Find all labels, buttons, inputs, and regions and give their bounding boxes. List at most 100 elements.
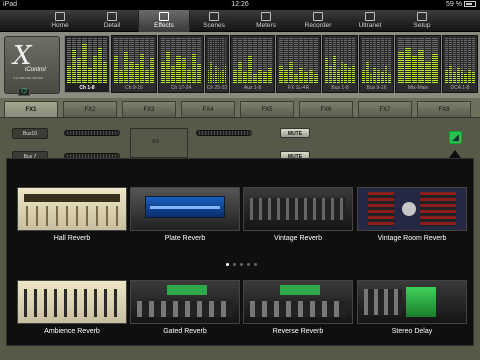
thumbnail-detail [364, 289, 402, 315]
thumbnail-detail [24, 289, 120, 317]
level-meter [398, 38, 404, 83]
effect-thumbnail [357, 280, 467, 324]
level-meter [348, 38, 352, 83]
bus-select-1[interactable]: Bus10 [12, 128, 48, 139]
level-fill [134, 62, 139, 83]
level-fill [380, 71, 384, 83]
meter-bars [233, 38, 272, 83]
level-meter [224, 38, 226, 83]
level-fill [284, 69, 288, 83]
level-fill [186, 69, 191, 83]
effect-item[interactable]: Gated Reverb [130, 280, 240, 342]
level-meter [332, 38, 336, 83]
link-icon[interactable]: ∞ [152, 136, 159, 147]
effect-item[interactable]: Stereo Delay [357, 280, 467, 342]
effect-item[interactable]: Ambience Reverb [17, 280, 127, 342]
effect-thumbnail [357, 187, 467, 231]
level-fill [253, 74, 257, 83]
level-fill [304, 71, 308, 83]
thumbnail-detail [145, 196, 225, 218]
level-meter [294, 38, 298, 83]
level-fill [215, 65, 217, 83]
level-meter [314, 38, 318, 83]
level-fill [82, 42, 87, 83]
tab-fx5[interactable]: FX5 [240, 101, 294, 117]
network-status-icon[interactable]: ⌬ [18, 88, 30, 96]
level-meter [325, 38, 328, 83]
level-fill [181, 58, 186, 83]
level-meter [102, 38, 107, 83]
tab-recorder[interactable]: Recorder [292, 10, 344, 32]
effect-item[interactable]: Hall Reverb [17, 187, 127, 249]
tab-fx4[interactable]: FX4 [181, 101, 235, 117]
level-fill [460, 69, 464, 83]
effect-select-button[interactable]: ◢ [449, 131, 462, 144]
detail-icon [107, 12, 117, 21]
level-meter [196, 38, 201, 83]
level-meter [217, 38, 219, 83]
tab-home[interactable]: Home [34, 10, 86, 32]
page-dot[interactable] [253, 263, 257, 266]
level-fill [191, 53, 196, 83]
effect-item[interactable]: Vintage Reverb [243, 187, 353, 249]
level-meter [166, 38, 171, 83]
meter-group-0[interactable]: Ch 1-8 [64, 35, 110, 93]
logo-subtitle: X32 BRAND MIXER [13, 76, 44, 80]
tab-fx7[interactable]: FX7 [358, 101, 412, 117]
page-dot[interactable] [225, 263, 229, 266]
level-fill [377, 69, 380, 83]
level-meter [445, 38, 448, 83]
tab-meters[interactable]: Meters [240, 10, 292, 32]
effect-item[interactable]: Vintage Room Reverb [357, 187, 467, 249]
tab-ultranet[interactable]: Ultranet [344, 10, 396, 32]
level-meter [144, 38, 149, 83]
tab-scenes[interactable]: Scenes [188, 10, 240, 32]
level-meter [212, 38, 215, 83]
thumbnail-detail [402, 202, 416, 216]
meter-group-8[interactable]: Mtx-Main [395, 35, 441, 93]
meter-group-label: Mtx-Main [407, 85, 429, 91]
tab-fx1[interactable]: FX1 [4, 101, 58, 117]
send-fader-1[interactable] [64, 130, 120, 136]
effect-item[interactable]: Reverse Reverb [243, 280, 353, 342]
meter-group-9[interactable]: DCA 1-8 [442, 35, 478, 93]
page-dot[interactable] [239, 263, 243, 266]
meter-bars [362, 38, 391, 83]
tab-fx3[interactable]: FX3 [122, 101, 176, 117]
thumbnail-detail [167, 285, 207, 295]
tab-fx2[interactable]: FX2 [63, 101, 117, 117]
meter-group-4[interactable]: Aux 1-8 [230, 35, 275, 93]
meter-group-5[interactable]: FX 1L-4R [276, 35, 321, 93]
tab-effects[interactable]: Effects [138, 10, 190, 32]
meter-group-1[interactable]: Ch 9-16 [111, 35, 157, 93]
meter-group-2[interactable]: Ch 17-24 [158, 35, 204, 93]
level-meter [309, 38, 313, 83]
level-fill [248, 56, 252, 83]
level-fill [294, 74, 298, 83]
level-meter [72, 38, 77, 83]
thumbnail-detail [280, 285, 320, 295]
effect-item[interactable]: Plate Reverb [130, 187, 240, 249]
meter-group-7[interactable]: Bus 9-16 [359, 35, 394, 93]
tab-label: Home [51, 22, 69, 29]
level-fill [144, 69, 149, 83]
mute-button-1[interactable]: MUTE [280, 128, 310, 138]
meter-group-3[interactable]: Ch 25-32 [205, 35, 229, 93]
level-meter [253, 38, 257, 83]
effect-thumbnail [17, 187, 127, 231]
meter-group-6[interactable]: Bus 1-8 [322, 35, 358, 93]
level-fill [365, 60, 369, 83]
level-meter [328, 38, 332, 83]
level-fill [210, 60, 212, 83]
tab-detail[interactable]: Detail [86, 10, 138, 32]
page-dot[interactable] [232, 263, 236, 266]
tab-fx8[interactable]: FX8 [417, 101, 471, 117]
page-dot[interactable] [246, 263, 250, 266]
recorder-icon [313, 12, 323, 21]
battery-percent: 59 % [446, 1, 462, 8]
effect-thumbnail [243, 280, 353, 324]
level-fill [468, 69, 472, 83]
return-fader-1[interactable] [196, 130, 252, 136]
tab-fx6[interactable]: FX6 [299, 101, 353, 117]
tab-setup[interactable]: Setup [396, 10, 448, 32]
